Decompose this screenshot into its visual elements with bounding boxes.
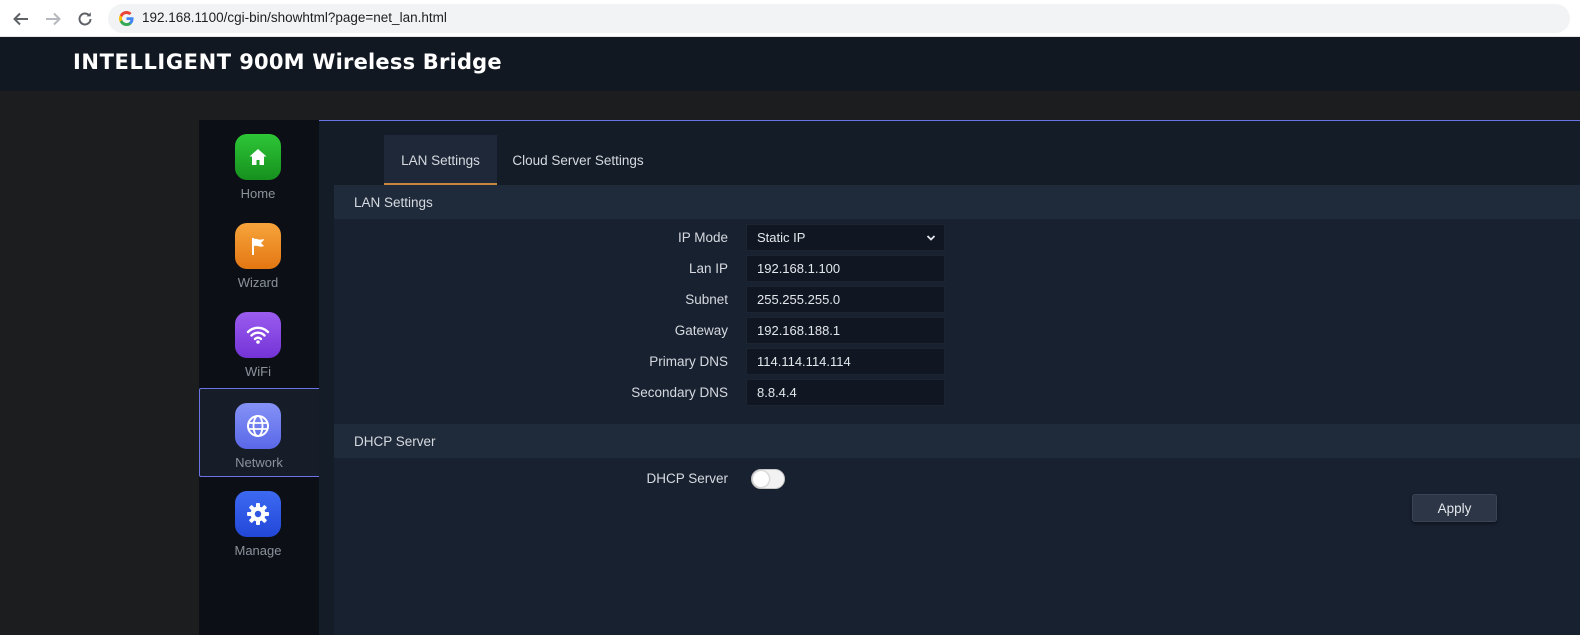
form-row-subnet: Subnet 255.255.255.0 xyxy=(334,286,1580,314)
flag-icon xyxy=(235,223,281,269)
lan-ip-input[interactable]: 192.168.1.100 xyxy=(746,255,945,282)
wifi-icon xyxy=(235,312,281,358)
app-header: INTELLIGENT 900M Wireless Bridge xyxy=(0,37,1580,91)
field-label: Lan IP xyxy=(688,261,728,276)
subnet-input[interactable]: 255.255.255.0 xyxy=(746,286,945,313)
sidebar-item-network[interactable]: Network xyxy=(199,388,319,477)
apply-button[interactable]: Apply xyxy=(1412,494,1497,522)
selected-value: Static IP xyxy=(757,230,806,245)
toggle-knob xyxy=(753,471,769,487)
form-row-secondary-dns: Secondary DNS 8.8.4.4 xyxy=(334,379,1580,407)
form-row-dhcp: DHCP Server xyxy=(334,465,1580,493)
forward-arrow-icon xyxy=(46,12,61,26)
tab-cloud-server-settings[interactable]: Cloud Server Settings xyxy=(507,135,649,185)
secondary-dns-input[interactable]: 8.8.4.4 xyxy=(746,379,945,406)
sidebar-item-label: Manage xyxy=(234,543,282,558)
field-label: Gateway xyxy=(674,323,728,338)
sidebar-item-label: Network xyxy=(235,455,283,470)
field-label: IP Mode xyxy=(677,230,728,245)
field-label: DHCP Server xyxy=(646,471,728,486)
form-row-lan-ip: Lan IP 192.168.1.100 xyxy=(334,255,1580,283)
forward-button[interactable] xyxy=(42,8,64,30)
sidebar-item-wizard[interactable]: Wizard xyxy=(199,209,319,298)
brand-title: INTELLIGENT 900M Wireless Bridge xyxy=(73,50,502,74)
browser-toolbar: 192.168.1100/cgi-bin/showhtml?page=net_l… xyxy=(0,0,1580,37)
reload-icon xyxy=(78,12,92,26)
section-header-lan: LAN Settings xyxy=(334,185,1580,219)
sidebar-item-home[interactable]: Home xyxy=(199,120,319,209)
home-icon xyxy=(235,134,281,180)
field-label: Subnet xyxy=(685,292,728,307)
address-bar[interactable]: 192.168.1100/cgi-bin/showhtml?page=net_l… xyxy=(108,4,1570,33)
globe-icon xyxy=(235,403,281,449)
sidebar: Home Wizard WiFi Network Manage xyxy=(199,120,319,635)
url-text: 192.168.1100/cgi-bin/showhtml?page=net_l… xyxy=(142,10,447,25)
sidebar-item-wifi[interactable]: WiFi xyxy=(199,298,319,387)
sidebar-item-label: WiFi xyxy=(245,364,271,379)
reload-button[interactable] xyxy=(74,8,96,30)
tab-bar: LAN Settings Cloud Server Settings xyxy=(334,135,1580,185)
field-label: Secondary DNS xyxy=(631,385,728,400)
primary-dns-input[interactable]: 114.114.114.114 xyxy=(746,348,945,375)
back-button[interactable] xyxy=(10,8,32,30)
dhcp-server-toggle[interactable] xyxy=(751,469,785,489)
field-label: Primary DNS xyxy=(649,354,728,369)
google-icon xyxy=(119,11,134,26)
section-title: DHCP Server xyxy=(354,434,436,449)
form-row-gateway: Gateway 192.168.188.1 xyxy=(334,317,1580,345)
gear-icon xyxy=(235,491,281,537)
ip-mode-select[interactable]: Static IP xyxy=(746,224,945,251)
brand-rest: 900M Wireless Bridge xyxy=(231,50,502,74)
chevron-down-icon xyxy=(926,235,936,241)
tab-lan-settings[interactable]: LAN Settings xyxy=(384,135,497,185)
section-title: LAN Settings xyxy=(354,195,433,210)
gateway-input[interactable]: 192.168.188.1 xyxy=(746,317,945,344)
content-area: LAN Settings Cloud Server Settings LAN S… xyxy=(334,135,1580,635)
sidebar-item-manage[interactable]: Manage xyxy=(199,477,319,566)
back-arrow-icon xyxy=(13,12,28,26)
brand-prefix: INTELLIGENT xyxy=(73,50,232,74)
sidebar-item-label: Home xyxy=(240,186,276,201)
form-row-primary-dns: Primary DNS 114.114.114.114 xyxy=(334,348,1580,376)
form-row-ip-mode: IP Mode Static IP xyxy=(334,224,1580,252)
sidebar-item-label: Wizard xyxy=(237,275,279,290)
section-header-dhcp: DHCP Server xyxy=(334,424,1580,458)
